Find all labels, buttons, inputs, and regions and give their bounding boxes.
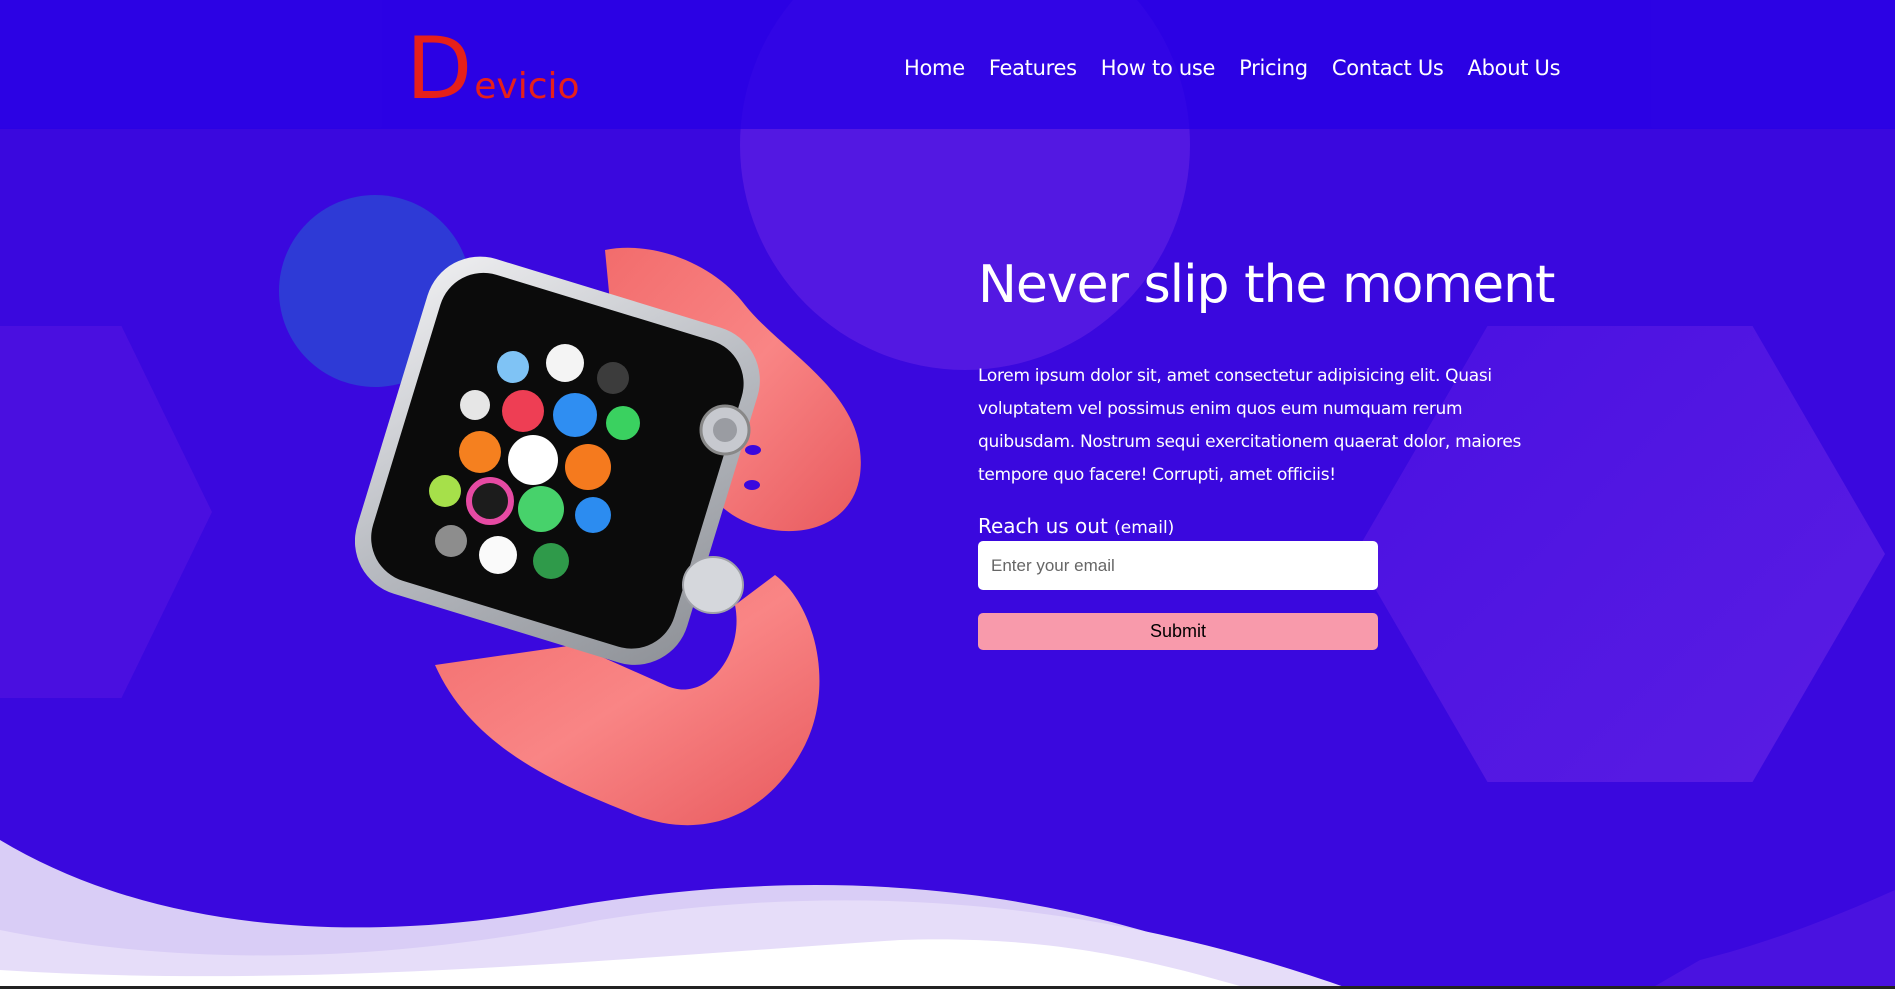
- nav-menu: Home Features How to use Pricing Contact…: [904, 56, 1561, 80]
- nav-link-features[interactable]: Features: [989, 56, 1077, 80]
- brand-logo-text: evicio: [474, 66, 580, 107]
- nav-link-contact-us[interactable]: Contact Us: [1332, 56, 1444, 80]
- nav-link-home[interactable]: Home: [904, 56, 965, 80]
- smartwatch-image: [355, 247, 861, 826]
- hero-description: Lorem ipsum dolor sit, amet consectetur …: [978, 366, 1522, 485]
- email-input[interactable]: [978, 541, 1378, 590]
- reach-us-label: Reach us out (email): [978, 514, 1174, 538]
- reach-us-label-hint: (email): [1114, 518, 1175, 538]
- brand-logo-initial: D: [406, 19, 473, 119]
- bottom-waves: [0, 840, 1895, 989]
- submit-button[interactable]: Submit: [978, 613, 1378, 650]
- brand-logo[interactable]: D evicio: [406, 26, 580, 112]
- background-hexagon-left: [0, 326, 212, 698]
- hero-title: Never slip the moment: [978, 255, 1555, 315]
- navbar: D evicio Home Features How to use Pricin…: [0, 0, 1895, 129]
- reach-us-label-text: Reach us out: [978, 514, 1108, 538]
- nav-link-pricing[interactable]: Pricing: [1239, 56, 1308, 80]
- nav-link-how-to-use[interactable]: How to use: [1101, 56, 1216, 80]
- nav-link-about-us[interactable]: About Us: [1468, 56, 1561, 80]
- landing-page: D evicio Home Features How to use Pricin…: [0, 0, 1895, 989]
